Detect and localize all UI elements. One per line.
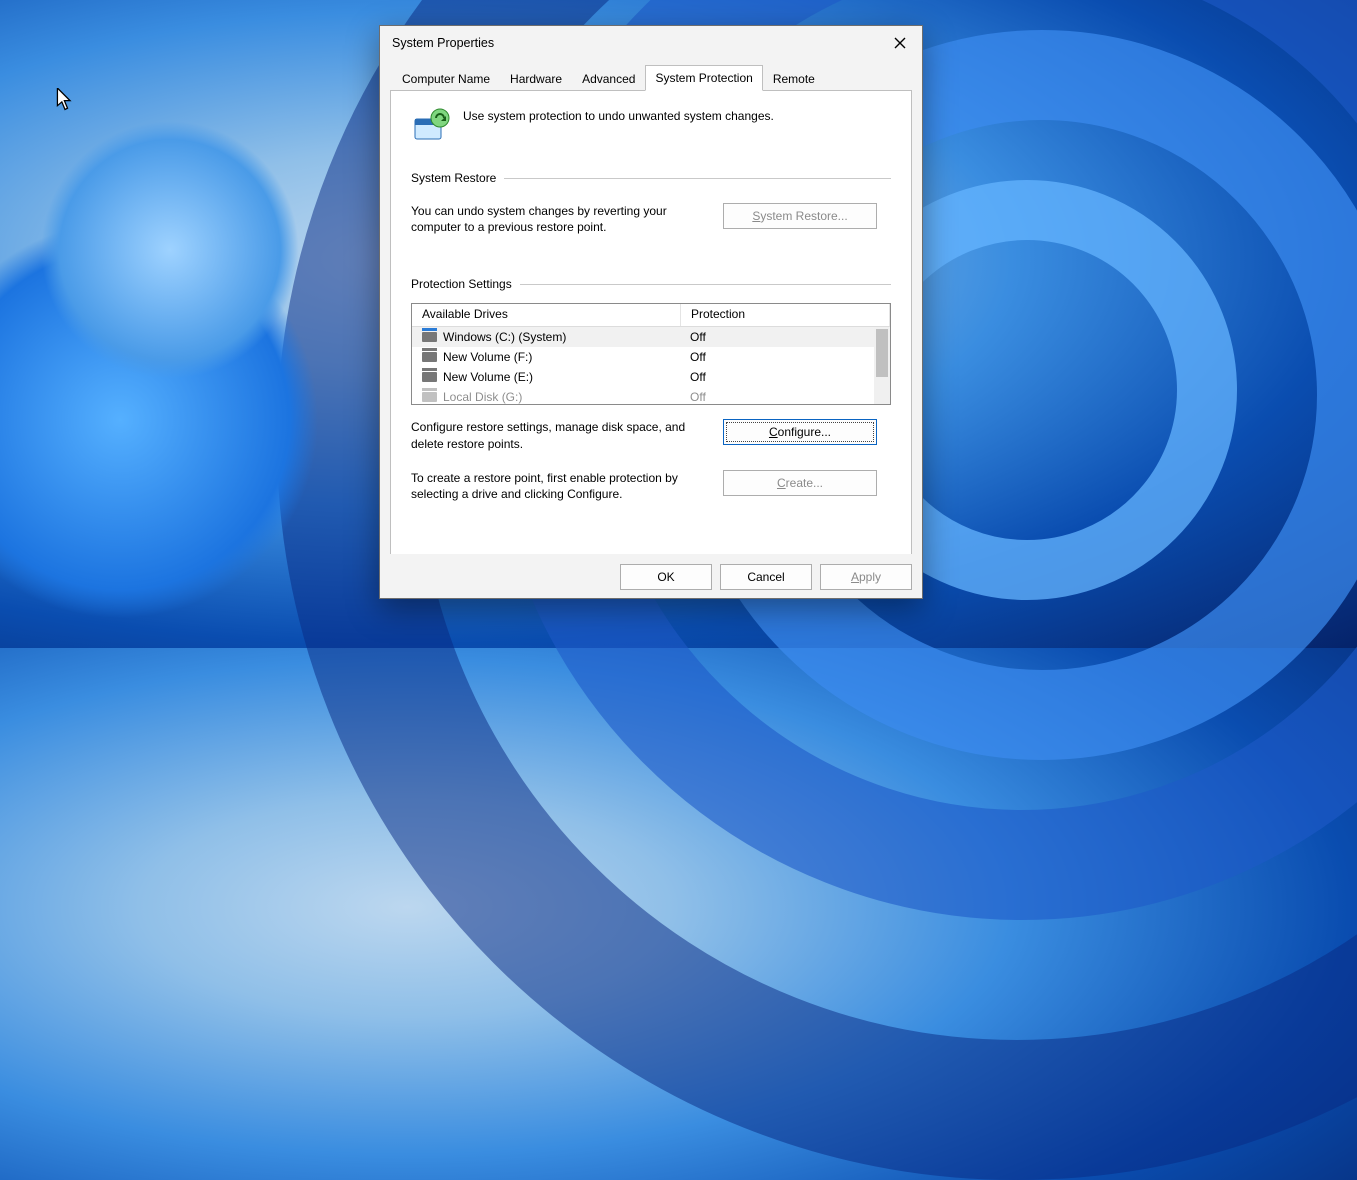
btn-rest: reate... [786, 476, 823, 490]
col-protection[interactable]: Protection [681, 304, 890, 326]
intro-row: Use system protection to undo unwanted s… [411, 107, 891, 145]
drive-icon [422, 372, 437, 382]
system-protection-icon [411, 107, 449, 145]
drive-name: New Volume (E:) [443, 370, 533, 384]
table-row[interactable]: Windows (C:) (System) Off [412, 327, 890, 347]
drives-table[interactable]: Available Drives Protection Windows (C:)… [411, 303, 891, 405]
drive-protection: Off [680, 370, 890, 384]
btn-mnemonic: C [769, 425, 778, 439]
intro-text: Use system protection to undo unwanted s… [463, 107, 774, 123]
drive-protection: Off [680, 390, 890, 404]
wallpaper-blob [40, 120, 300, 380]
tab-system-protection[interactable]: System Protection [645, 65, 762, 91]
btn-rest: pply [859, 570, 881, 584]
drive-protection: Off [680, 350, 890, 364]
table-row[interactable]: New Volume (E:) Off [412, 367, 890, 387]
tab-advanced[interactable]: Advanced [572, 66, 645, 91]
titlebar[interactable]: System Properties [380, 26, 922, 60]
apply-button[interactable]: Apply [820, 564, 912, 590]
drive-icon [422, 392, 437, 402]
group-label-text: System Restore [411, 171, 496, 185]
system-properties-dialog: System Properties Computer Name Hardware… [379, 25, 923, 599]
system-restore-button[interactable]: System Restore... [723, 203, 877, 229]
tab-remote[interactable]: Remote [763, 66, 825, 91]
drive-icon [422, 332, 437, 342]
btn-mnemonic: C [777, 476, 786, 490]
window-title: System Properties [392, 36, 494, 50]
col-available-drives[interactable]: Available Drives [412, 304, 681, 326]
configure-desc: Configure restore settings, manage disk … [411, 419, 711, 451]
drive-name: New Volume (F:) [443, 350, 532, 364]
group-protection-settings: Protection Settings [411, 277, 891, 291]
drive-name: Windows (C:) (System) [443, 330, 566, 344]
drive-icon [422, 352, 437, 362]
drive-protection: Off [680, 330, 890, 344]
tab-page-system-protection: Use system protection to undo unwanted s… [390, 90, 912, 580]
cancel-button[interactable]: Cancel [720, 564, 812, 590]
mouse-cursor-icon [56, 88, 74, 112]
scrollbar[interactable] [874, 327, 890, 404]
divider [504, 178, 891, 179]
drive-name: Local Disk (G:) [443, 390, 522, 404]
btn-rest: ystem Restore... [760, 209, 847, 223]
close-button[interactable] [886, 29, 914, 57]
close-icon [894, 37, 906, 49]
create-desc: To create a restore point, first enable … [411, 470, 711, 502]
table-header: Available Drives Protection [412, 304, 890, 327]
group-system-restore: System Restore [411, 171, 891, 185]
table-body: Windows (C:) (System) Off New Volume (F:… [412, 327, 890, 404]
create-button[interactable]: Create... [723, 470, 877, 496]
configure-button[interactable]: Configure... [723, 419, 877, 445]
tab-row: Computer Name Hardware Advanced System P… [380, 64, 922, 90]
scrollbar-thumb[interactable] [876, 329, 888, 377]
ok-button[interactable]: OK [620, 564, 712, 590]
btn-rest: onfigure... [778, 425, 831, 439]
group-label-text: Protection Settings [411, 277, 512, 291]
system-restore-desc: You can undo system changes by reverting… [411, 203, 711, 235]
table-row[interactable]: Local Disk (G:) Off [412, 387, 890, 404]
btn-mnemonic: A [851, 570, 859, 584]
tab-hardware[interactable]: Hardware [500, 66, 572, 91]
divider [520, 284, 891, 285]
table-row[interactable]: New Volume (F:) Off [412, 347, 890, 367]
dialog-footer: OK Cancel Apply [380, 554, 922, 598]
tab-computer-name[interactable]: Computer Name [392, 66, 500, 91]
